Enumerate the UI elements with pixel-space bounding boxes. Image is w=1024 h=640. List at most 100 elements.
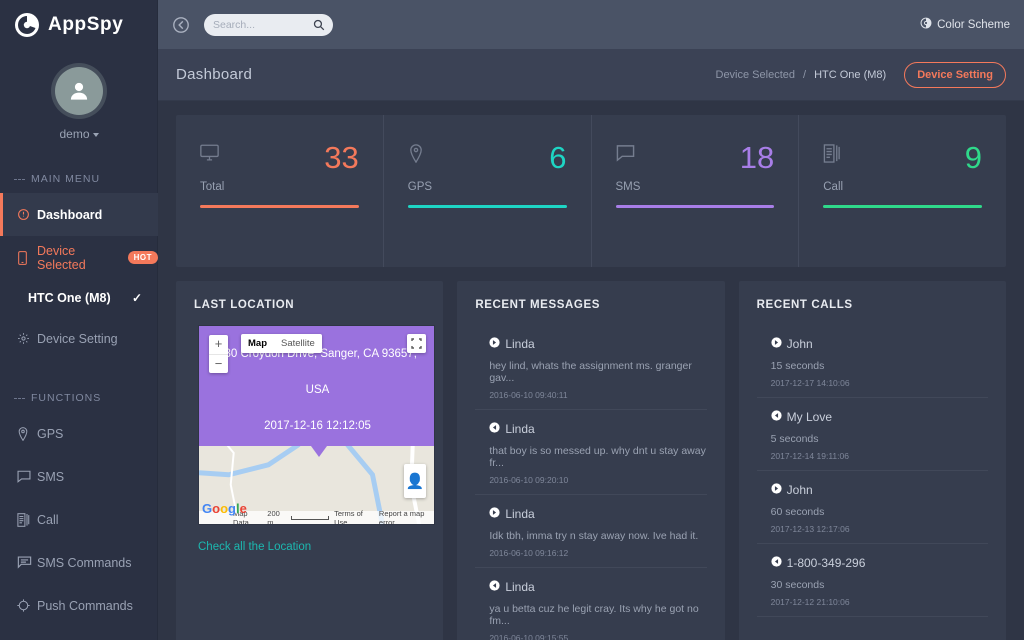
list-item[interactable]: John 15 seconds 2017-12-17 14:10:06 <box>757 325 988 398</box>
map-scale-bar <box>291 516 329 520</box>
message-time: 2016-06-10 09:20:10 <box>489 475 706 485</box>
breadcrumb: Device Selected / HTC One (M8) Device Se… <box>716 62 1007 88</box>
stat-total: 33 Total <box>176 115 383 267</box>
functions-label: FUNCTIONS <box>31 392 101 404</box>
app-root: AppSpy demo MAIN MENU Dashboa <box>0 0 1024 640</box>
chat-bubble-icon <box>616 144 635 167</box>
sidebar-item-label: Dashboard <box>37 208 102 222</box>
list-item[interactable]: My Love 5 seconds 2017-12-14 19:11:06 <box>757 398 988 471</box>
stat-value: 9 <box>965 144 982 172</box>
call-duration: 30 seconds <box>771 579 988 591</box>
map-zoom-controls[interactable]: + − <box>209 335 228 373</box>
avatar[interactable] <box>55 67 103 115</box>
check-all-location-link[interactable]: Check all the Location <box>198 541 311 553</box>
sidebar-item-call[interactable]: Call <box>0 498 158 541</box>
direction-outgoing-icon <box>489 335 500 353</box>
chevron-right-icon: › <box>144 252 148 264</box>
search-input[interactable] <box>213 19 313 31</box>
color-scheme-button[interactable]: Color Scheme <box>920 16 1010 34</box>
mobile-icon <box>17 251 37 265</box>
sidebar-item-sms[interactable]: SMS <box>0 455 158 498</box>
panel-title: RECENT MESSAGES <box>475 299 706 311</box>
stat-label: Call <box>823 181 982 193</box>
map-type-control[interactable]: Map Satellite <box>241 334 322 353</box>
breadcrumb-item-device-selected[interactable]: Device Selected <box>716 69 796 81</box>
sidebar-item-htc-one-m8[interactable]: HTC One (M8) ✓ <box>0 279 158 317</box>
list-item[interactable]: Linda that boy is so messed up. why dnt … <box>475 410 706 495</box>
stat-label: GPS <box>408 181 567 193</box>
breadcrumb-item-device[interactable]: HTC One (M8) <box>814 69 886 81</box>
search-icon[interactable] <box>313 18 325 36</box>
zoom-in-button[interactable]: + <box>209 335 228 354</box>
list-item[interactable]: 1-800-349-296 30 seconds 2017-12-12 21:1… <box>757 544 988 617</box>
contact-name: John <box>787 337 813 351</box>
sidebar-item-label: Device Selected <box>37 244 122 272</box>
list-item[interactable]: Linda hey lind, whats the assignment ms.… <box>475 325 706 410</box>
contact-name: 1-800-349-296 <box>787 556 866 570</box>
divider <box>14 179 25 180</box>
message-time: 2016-06-10 09:16:12 <box>489 548 706 558</box>
monitor-icon <box>200 144 219 167</box>
sidebar-item-device-selected[interactable]: Device Selected HOT › <box>0 236 158 279</box>
map-type-satellite-button[interactable]: Satellite <box>274 334 322 353</box>
direction-incoming-icon <box>771 408 782 426</box>
stat-bar <box>616 205 775 208</box>
sidebar-item-label: GPS <box>37 427 63 441</box>
chevron-down-icon <box>93 133 99 137</box>
sidebar-item-sms-commands[interactable]: SMS Commands <box>0 541 158 584</box>
contact-name: Linda <box>505 422 534 436</box>
list-item[interactable]: Linda ya u betta cuz he legit cray. Its … <box>475 568 706 640</box>
stat-sms: 18 SMS <box>591 115 799 267</box>
brand-logo-area[interactable]: AppSpy <box>0 0 158 49</box>
map-type-map-button[interactable]: Map <box>241 334 274 353</box>
sidebar-item-dashboard[interactable]: Dashboard <box>0 193 158 236</box>
page-title: Dashboard <box>176 66 252 83</box>
functions-heading: FUNCTIONS <box>0 392 158 404</box>
sidebar-item-gps[interactable]: GPS <box>0 412 158 455</box>
collapse-sidebar-icon[interactable] <box>172 16 190 34</box>
map-terms-link[interactable]: Terms of Use <box>334 509 374 526</box>
device-setting-button[interactable]: Device Setting <box>904 62 1006 88</box>
direction-outgoing-icon <box>771 335 782 353</box>
appspy-logo-icon <box>14 12 40 38</box>
map-report-link[interactable]: Report a map error <box>379 509 435 526</box>
call-duration: 5 seconds <box>771 433 988 445</box>
message-text: hey lind, whats the assignment ms. grang… <box>489 360 706 384</box>
map-pin-icon <box>17 427 37 441</box>
direction-incoming-icon <box>489 578 500 596</box>
panel-title: RECENT CALLS <box>757 299 988 311</box>
check-icon: ✓ <box>132 291 142 305</box>
profile-name-dropdown[interactable]: demo <box>0 127 158 141</box>
call-time: 2017-12-12 21:10:06 <box>771 597 988 607</box>
sidebar-item-push-commands[interactable]: Push Commands <box>0 584 158 627</box>
message-text: that boy is so messed up. why dnt u stay… <box>489 445 706 469</box>
call-time: 2017-12-17 14:10:06 <box>771 378 988 388</box>
search-box[interactable] <box>204 14 333 36</box>
map[interactable]: 530 Croydon Drive, Sanger, CA 93657, USA… <box>198 325 435 525</box>
street-view-pegman-icon[interactable]: 👤 <box>404 464 426 498</box>
list-item[interactable]: Linda Idk tbh, imma try n stay away now.… <box>475 495 706 568</box>
brand-name: AppSpy <box>48 14 123 36</box>
sms-command-icon <box>17 556 37 569</box>
fullscreen-icon[interactable] <box>407 334 426 353</box>
stats-card: 33 Total 6 GPS <box>176 115 1006 267</box>
info-time: 2017-12-16 12:12:05 <box>199 420 435 434</box>
direction-incoming-icon <box>771 554 782 572</box>
profile-block: demo <box>0 49 158 141</box>
message-time: 2016-06-10 09:40:11 <box>489 390 706 400</box>
contact-name: Linda <box>505 580 534 594</box>
message-text: ya u betta cuz he legit cray. Its why he… <box>489 603 706 627</box>
call-duration: 15 seconds <box>771 360 988 372</box>
topbar: Color Scheme <box>158 0 1024 49</box>
color-scheme-icon <box>920 16 932 34</box>
list-item[interactable]: John 60 seconds 2017-12-13 12:17:06 <box>757 471 988 544</box>
panel-last-location: LAST LOCATION 530 Croydon Dri <box>176 281 443 640</box>
sidebar-item-device-setting[interactable]: Device Setting <box>0 317 158 360</box>
divider <box>14 398 25 399</box>
zoom-out-button[interactable]: − <box>209 354 228 373</box>
stat-bar <box>408 205 567 208</box>
sidebar-item-label: Call <box>37 513 59 527</box>
sidebar-item-label: Push Commands <box>37 599 133 613</box>
sidebar-subitem-label: HTC One (M8) <box>28 291 111 305</box>
sidebar-item-label: Device Setting <box>37 332 118 346</box>
